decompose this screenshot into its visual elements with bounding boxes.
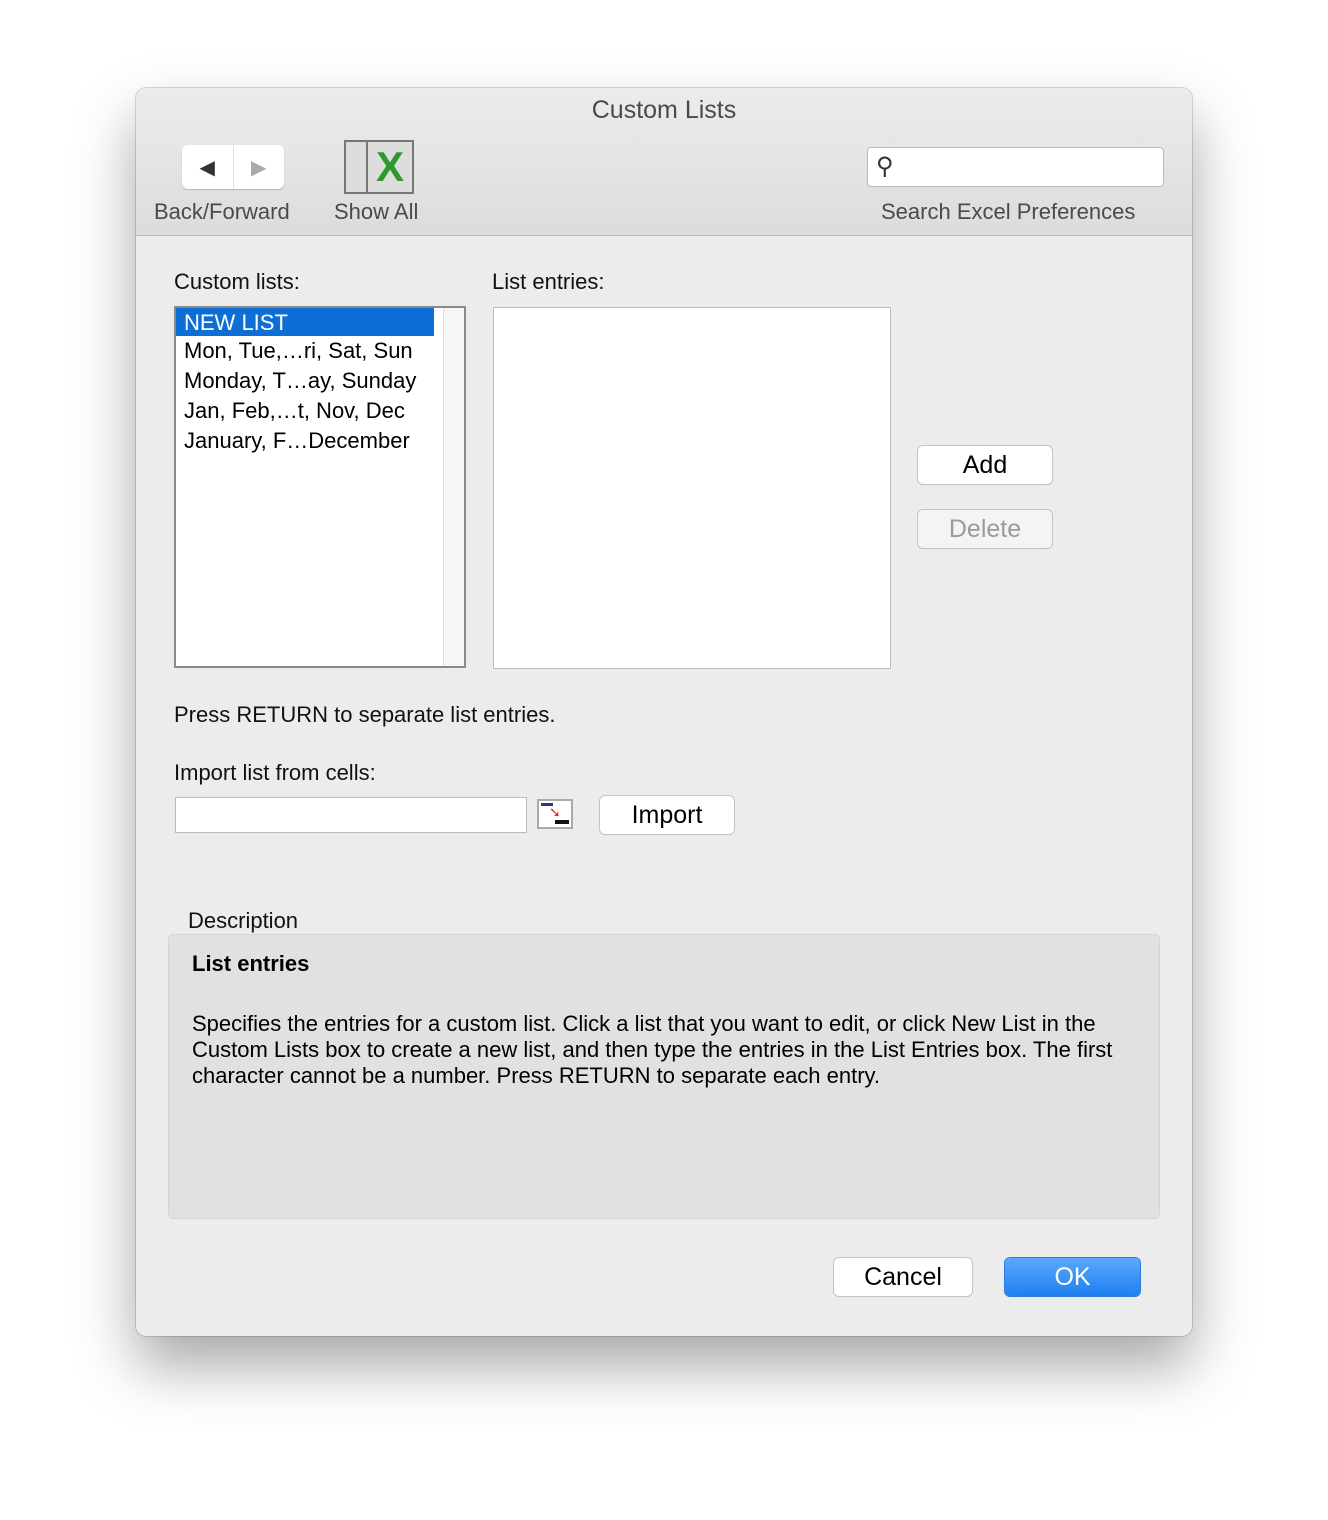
window-title: Custom Lists xyxy=(591,96,737,124)
list-item[interactable]: January, F…December xyxy=(176,426,434,456)
import-label: Import list from cells: xyxy=(174,760,376,785)
cancel-button[interactable]: Cancel xyxy=(834,1258,972,1296)
list-item-new-list[interactable]: NEW LIST xyxy=(176,308,434,336)
custom-lists-label: Custom lists: xyxy=(174,269,300,294)
description-body: Specifies the entries for a custom list.… xyxy=(192,1011,1113,1088)
ok-button[interactable]: OK xyxy=(1005,1258,1140,1296)
back-forward-label: Back/Forward xyxy=(154,199,290,224)
list-item[interactable]: Monday, T…ay, Sunday xyxy=(176,366,434,396)
delete-button[interactable]: Delete xyxy=(918,510,1052,548)
import-button[interactable]: Import xyxy=(600,796,734,834)
forward-icon[interactable]: ▶ xyxy=(234,145,285,189)
scrollbar[interactable] xyxy=(443,308,464,666)
custom-lists-listbox[interactable]: NEW LIST Mon, Tue,…ri, Sat, Sun Monday, … xyxy=(174,306,466,668)
show-all-label: Show All xyxy=(334,199,419,224)
excel-icon: X xyxy=(366,142,412,192)
back-icon[interactable]: ◀ xyxy=(182,145,234,189)
description-heading: Description xyxy=(188,908,299,933)
toolbar: Custom Lists ◀ ▶ Back/Forward X Show All… xyxy=(136,88,1192,236)
custom-lists-dialog: Custom Lists ◀ ▶ Back/Forward X Show All… xyxy=(136,88,1192,1336)
search-icon: ⚲ xyxy=(876,153,894,180)
search-input[interactable]: ⚲ xyxy=(867,147,1164,187)
list-entries-label: List entries: xyxy=(492,269,605,294)
list-entries-textarea[interactable] xyxy=(493,307,891,669)
back-forward-control: ◀ ▶ xyxy=(182,145,284,189)
description-title: List entries xyxy=(192,951,310,976)
import-range-input[interactable] xyxy=(175,797,527,833)
add-button[interactable]: Add xyxy=(918,446,1052,484)
description-panel: List entries Specifies the entries for a… xyxy=(168,934,1160,1219)
hint-text: Press RETURN to separate list entries. xyxy=(174,702,556,727)
range-picker-icon[interactable]: ➘ xyxy=(537,799,573,829)
list-item[interactable]: Jan, Feb,…t, Nov, Dec xyxy=(176,396,434,426)
show-all-button[interactable]: X xyxy=(344,140,414,194)
list-item[interactable]: Mon, Tue,…ri, Sat, Sun xyxy=(176,336,434,366)
search-label: Search Excel Preferences xyxy=(881,199,1136,224)
